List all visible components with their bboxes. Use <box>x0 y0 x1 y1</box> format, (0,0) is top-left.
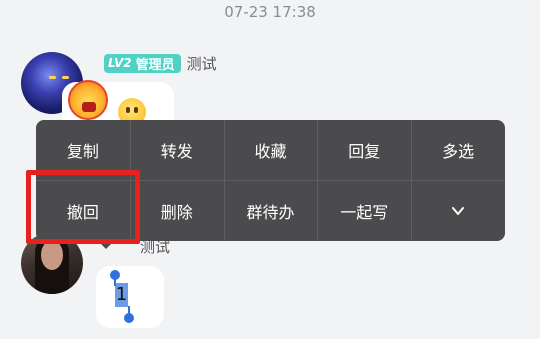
favorite-button[interactable]: 收藏 <box>223 120 318 180</box>
level-badge-role: 管理员 <box>135 57 175 73</box>
expand-menu-button[interactable] <box>411 181 505 240</box>
chevron-down-icon <box>452 206 465 215</box>
avatar-eyes <box>49 76 69 80</box>
chat-screen: 07-23 17:38 LV2 管理员 测试 测试 1 复制 转发 收藏 回复 … <box>0 0 540 339</box>
selection-start-handle[interactable] <box>110 270 120 280</box>
reply-button[interactable]: 回复 <box>317 120 411 180</box>
group-todo-button[interactable]: 群待办 <box>223 181 318 240</box>
selected-text[interactable]: 1 <box>115 283 128 307</box>
level-badge-level: LV2 <box>108 56 132 70</box>
multi-select-button[interactable]: 多选 <box>411 120 505 180</box>
message-timestamp: 07-23 17:38 <box>224 3 316 21</box>
recall-highlight-annotation <box>26 170 140 244</box>
co-write-button[interactable]: 一起写 <box>317 181 411 240</box>
forward-button[interactable]: 转发 <box>129 120 224 180</box>
angry-emoji-icon <box>68 80 108 120</box>
avatar-face <box>41 240 63 270</box>
sender-row: LV2 管理员 测试 <box>104 53 217 73</box>
emoji-mouth <box>82 102 96 112</box>
delete-button[interactable]: 删除 <box>129 181 224 240</box>
selection-end-handle[interactable] <box>124 313 134 323</box>
sender-name[interactable]: 测试 <box>187 53 217 74</box>
level-badge: LV2 管理员 <box>104 53 181 73</box>
